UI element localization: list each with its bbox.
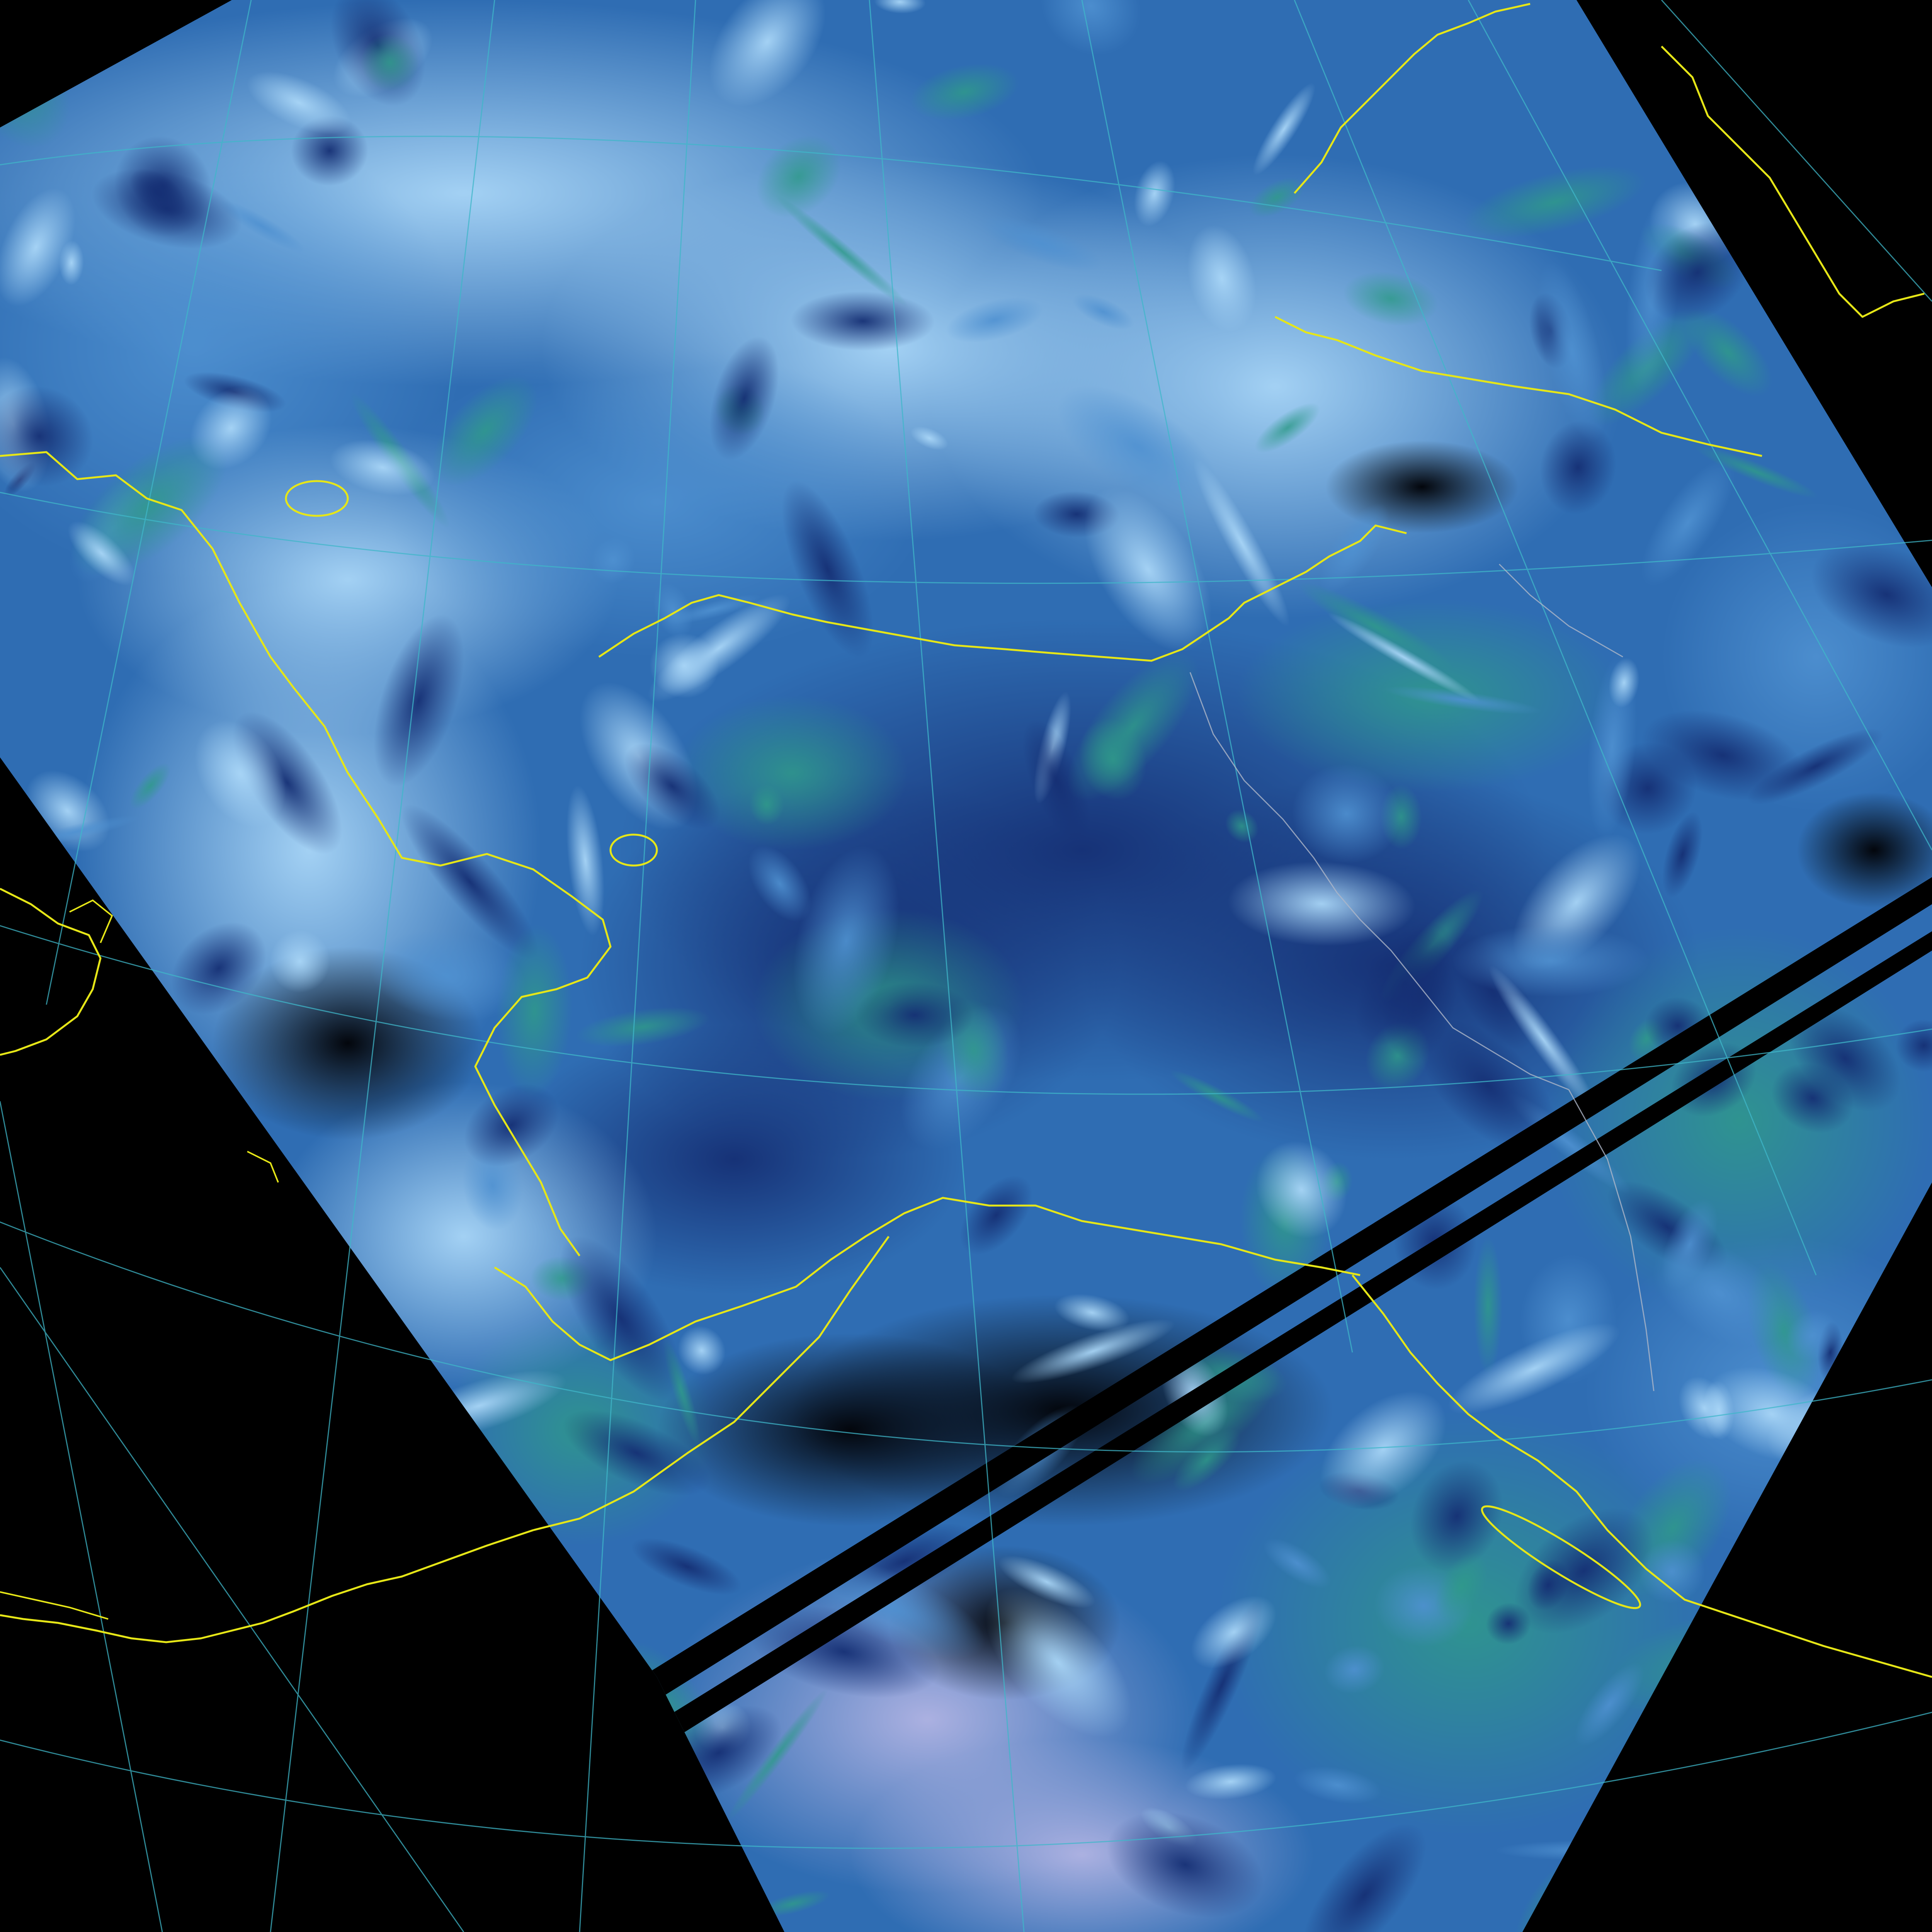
satellite-map	[0, 0, 1932, 1932]
cloud-blob	[1474, 1236, 1502, 1375]
cloud-blob	[1452, 925, 1649, 997]
map-canvas	[0, 0, 1932, 1932]
